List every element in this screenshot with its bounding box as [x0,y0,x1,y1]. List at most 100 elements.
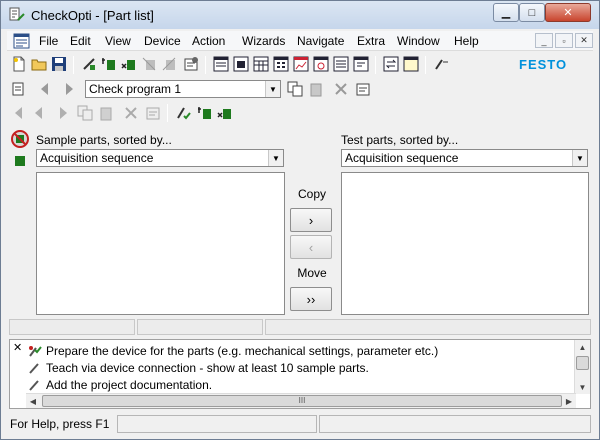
open-folder-icon[interactable] [31,56,47,72]
status-bar: For Help, press F1 [7,414,593,434]
mdi-close-button[interactable]: ✕ [575,33,593,48]
status-cell [319,415,591,433]
horizontal-scrollbar[interactable]: ◀ III ▶ [26,393,576,408]
sample-sort-value: Acquisition sequence [40,151,154,165]
move-right-button[interactable]: ›› [290,287,332,311]
test-sort-value: Acquisition sequence [345,151,459,165]
instruction-pane: ✕ Prepare the device for the parts (e.g.… [9,339,591,409]
save-icon[interactable] [51,56,67,72]
view-grid-icon[interactable] [253,56,269,72]
menu-file[interactable]: File [39,34,58,48]
mdi-minimize-button[interactable]: _ [535,33,553,48]
copy-part-icon[interactable] [77,105,93,121]
toolbar-separator [205,56,206,74]
paste-part-icon[interactable] [99,105,115,121]
add-part-icon[interactable] [197,105,213,121]
part-disabled-icon[interactable] [141,56,157,72]
mdi-restore-button[interactable]: ▫ [555,33,573,48]
part-disabled-2-icon[interactable] [161,56,177,72]
delete-part-icon[interactable] [123,105,139,121]
app-window: CheckOpti - [Part list] ▁ □ ✕ File Edit … [0,0,600,440]
instruction-line: Prepare the device for the parts (e.g. m… [28,344,438,358]
first-part-icon[interactable] [11,105,27,121]
help-context-icon[interactable] [433,56,449,72]
minimize-button[interactable]: ▁ [493,3,519,22]
view-table-icon[interactable] [273,56,289,72]
menu-navigate[interactable]: Navigate [297,34,344,48]
copy-right-button[interactable]: › [290,208,332,232]
close-pane-icon[interactable]: ✕ [13,341,22,354]
window-title: CheckOpti - [Part list] [31,8,154,23]
menu-edit[interactable]: Edit [70,34,91,48]
menu-view[interactable]: View [105,34,131,48]
test-sort-select[interactable]: Acquisition sequence ▼ [341,149,588,167]
connect-device-icon[interactable] [81,56,97,72]
program-select[interactable]: Check program 1 ▼ [85,80,281,98]
festo-logo: FESTO [519,57,568,72]
scroll-left-icon[interactable]: ◀ [26,394,40,408]
part-properties-icon[interactable] [145,105,161,121]
menu-window[interactable]: Window [397,34,440,48]
instruction-text: Prepare the device for the parts (e.g. m… [46,344,439,358]
menu-help[interactable]: Help [454,34,479,48]
close-button[interactable]: ✕ [545,3,591,22]
part-remove-icon[interactable] [121,56,137,72]
menu-action[interactable]: Action [192,34,225,48]
toolbar-separator [375,56,376,74]
scroll-down-icon[interactable]: ▼ [575,380,590,394]
program-icon[interactable] [11,81,27,97]
status-text: For Help, press F1 [10,417,110,431]
copy-left-button[interactable]: ‹ [290,235,332,259]
instruction-text: Teach via device connection - show at le… [46,361,369,375]
window-icon[interactable] [403,56,419,72]
menu-extra[interactable]: Extra [357,34,385,48]
horizontal-scroll-thumb[interactable]: III [42,395,562,407]
delete-program-icon[interactable] [333,81,349,97]
view-chart-icon[interactable] [293,56,309,72]
instruction-text: Add the project documentation. [46,378,213,392]
menu-device[interactable]: Device [144,34,181,48]
paste-program-icon[interactable] [309,81,325,97]
chevron-down-icon[interactable]: ▼ [265,81,280,97]
view-settings-icon[interactable] [313,56,329,72]
view-image-icon[interactable] [233,56,249,72]
view-document-icon[interactable] [353,56,369,72]
program-properties-icon[interactable] [355,81,371,97]
vertical-scrollbar[interactable]: ▲ ▼ [574,340,590,394]
program-select-value: Check program 1 [89,82,182,96]
app-icon [9,7,25,21]
chevron-down-icon[interactable]: ▼ [268,150,283,166]
sample-sort-select[interactable]: Acquisition sequence ▼ [36,149,284,167]
chevron-down-icon[interactable]: ▼ [572,150,587,166]
switch-view-icon[interactable] [383,56,399,72]
next-program-icon[interactable] [61,81,77,97]
part-add-icon[interactable] [101,56,117,72]
instruction-line: Teach via device connection - show at le… [28,361,369,375]
scroll-right-icon[interactable]: ▶ [562,394,576,408]
wrench-check-icon [29,346,42,357]
wrench-icon [29,363,39,374]
toolbar-separator [167,104,168,122]
check-icon[interactable] [175,105,191,121]
scroll-up-icon[interactable]: ▲ [575,340,590,354]
menu-wizards[interactable]: Wizards [242,34,285,48]
copy-program-icon[interactable] [287,81,303,97]
remove-part-icon[interactable] [217,105,233,121]
no-part-icon[interactable] [31,105,47,121]
new-icon[interactable] [11,56,27,72]
part-icon[interactable] [14,155,26,167]
sample-parts-list[interactable] [36,172,285,315]
move-label: Move [297,266,327,280]
test-parts-list[interactable] [341,172,589,315]
view-data-icon[interactable] [333,56,349,72]
next-part-icon[interactable] [55,105,71,121]
stop-icon[interactable] [11,130,29,148]
maximize-button[interactable]: □ [519,3,545,22]
properties-icon[interactable] [183,56,199,72]
part-toolbar [7,101,593,125]
document-icon[interactable] [13,33,30,49]
previous-program-icon[interactable] [37,81,53,97]
scroll-thumb[interactable] [576,356,589,370]
view-list-icon[interactable] [213,56,229,72]
status-cell [117,415,317,433]
